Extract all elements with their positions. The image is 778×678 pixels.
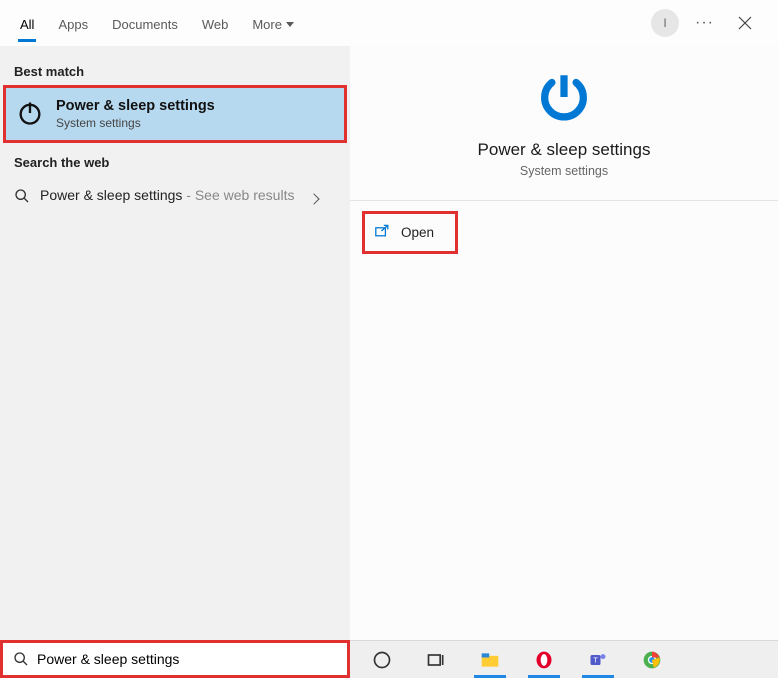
tab-more-label: More bbox=[252, 17, 282, 32]
best-match-subtitle: System settings bbox=[56, 116, 215, 130]
taskbar: T bbox=[350, 640, 778, 678]
task-view-icon[interactable] bbox=[416, 643, 456, 677]
best-match-result[interactable]: Power & sleep settings System settings bbox=[3, 85, 347, 143]
best-match-title: Power & sleep settings bbox=[56, 98, 215, 114]
header-actions: I ··· bbox=[651, 8, 770, 38]
file-explorer-icon[interactable] bbox=[470, 643, 510, 677]
teams-icon[interactable]: T bbox=[578, 643, 618, 677]
search-input[interactable] bbox=[37, 651, 337, 667]
tab-all[interactable]: All bbox=[8, 4, 46, 42]
hero-icon-wrap bbox=[350, 68, 778, 126]
tab-web[interactable]: Web bbox=[190, 4, 241, 42]
opera-icon[interactable] bbox=[524, 643, 564, 677]
results-pane: Best match Power & sleep settings System… bbox=[0, 46, 350, 640]
power-icon bbox=[535, 68, 593, 126]
search-icon bbox=[13, 651, 29, 667]
section-search-web-label: Search the web bbox=[0, 143, 350, 176]
search-icon bbox=[14, 186, 30, 207]
detail-pane: Power & sleep settings System settings O… bbox=[350, 46, 778, 640]
best-match-text: Power & sleep settings System settings bbox=[56, 98, 215, 130]
main-content: Best match Power & sleep settings System… bbox=[0, 46, 778, 640]
search-box[interactable] bbox=[0, 640, 350, 678]
hero-title: Power & sleep settings bbox=[350, 140, 778, 160]
svg-text:T: T bbox=[593, 655, 598, 664]
open-button[interactable]: Open bbox=[362, 211, 458, 254]
close-button[interactable] bbox=[730, 8, 760, 38]
tab-bar: All Apps Documents Web More bbox=[0, 0, 306, 46]
chevron-down-icon bbox=[286, 22, 294, 27]
chevron-right-icon bbox=[308, 193, 319, 204]
web-result-text: Power & sleep settings - See web results bbox=[40, 186, 300, 206]
bottom-bar: T bbox=[0, 640, 778, 678]
hero-subtitle: System settings bbox=[350, 164, 778, 178]
tab-more[interactable]: More bbox=[240, 4, 306, 42]
web-result-suffix: - See web results bbox=[182, 187, 294, 203]
hero: Power & sleep settings System settings bbox=[350, 46, 778, 201]
search-header: All Apps Documents Web More I ··· bbox=[0, 0, 778, 46]
web-result-title: Power & sleep settings bbox=[40, 187, 182, 203]
close-icon bbox=[738, 16, 752, 30]
chrome-icon[interactable] bbox=[632, 643, 672, 677]
more-options-button[interactable]: ··· bbox=[691, 10, 718, 36]
avatar[interactable]: I bbox=[651, 9, 679, 37]
power-icon bbox=[16, 99, 44, 130]
open-external-icon bbox=[375, 224, 391, 241]
web-result-item[interactable]: Power & sleep settings - See web results bbox=[0, 176, 350, 213]
cortana-icon[interactable] bbox=[362, 643, 402, 677]
tab-documents[interactable]: Documents bbox=[100, 4, 190, 42]
section-best-match-label: Best match bbox=[0, 52, 350, 85]
tab-apps[interactable]: Apps bbox=[46, 4, 100, 42]
open-label: Open bbox=[401, 225, 434, 240]
